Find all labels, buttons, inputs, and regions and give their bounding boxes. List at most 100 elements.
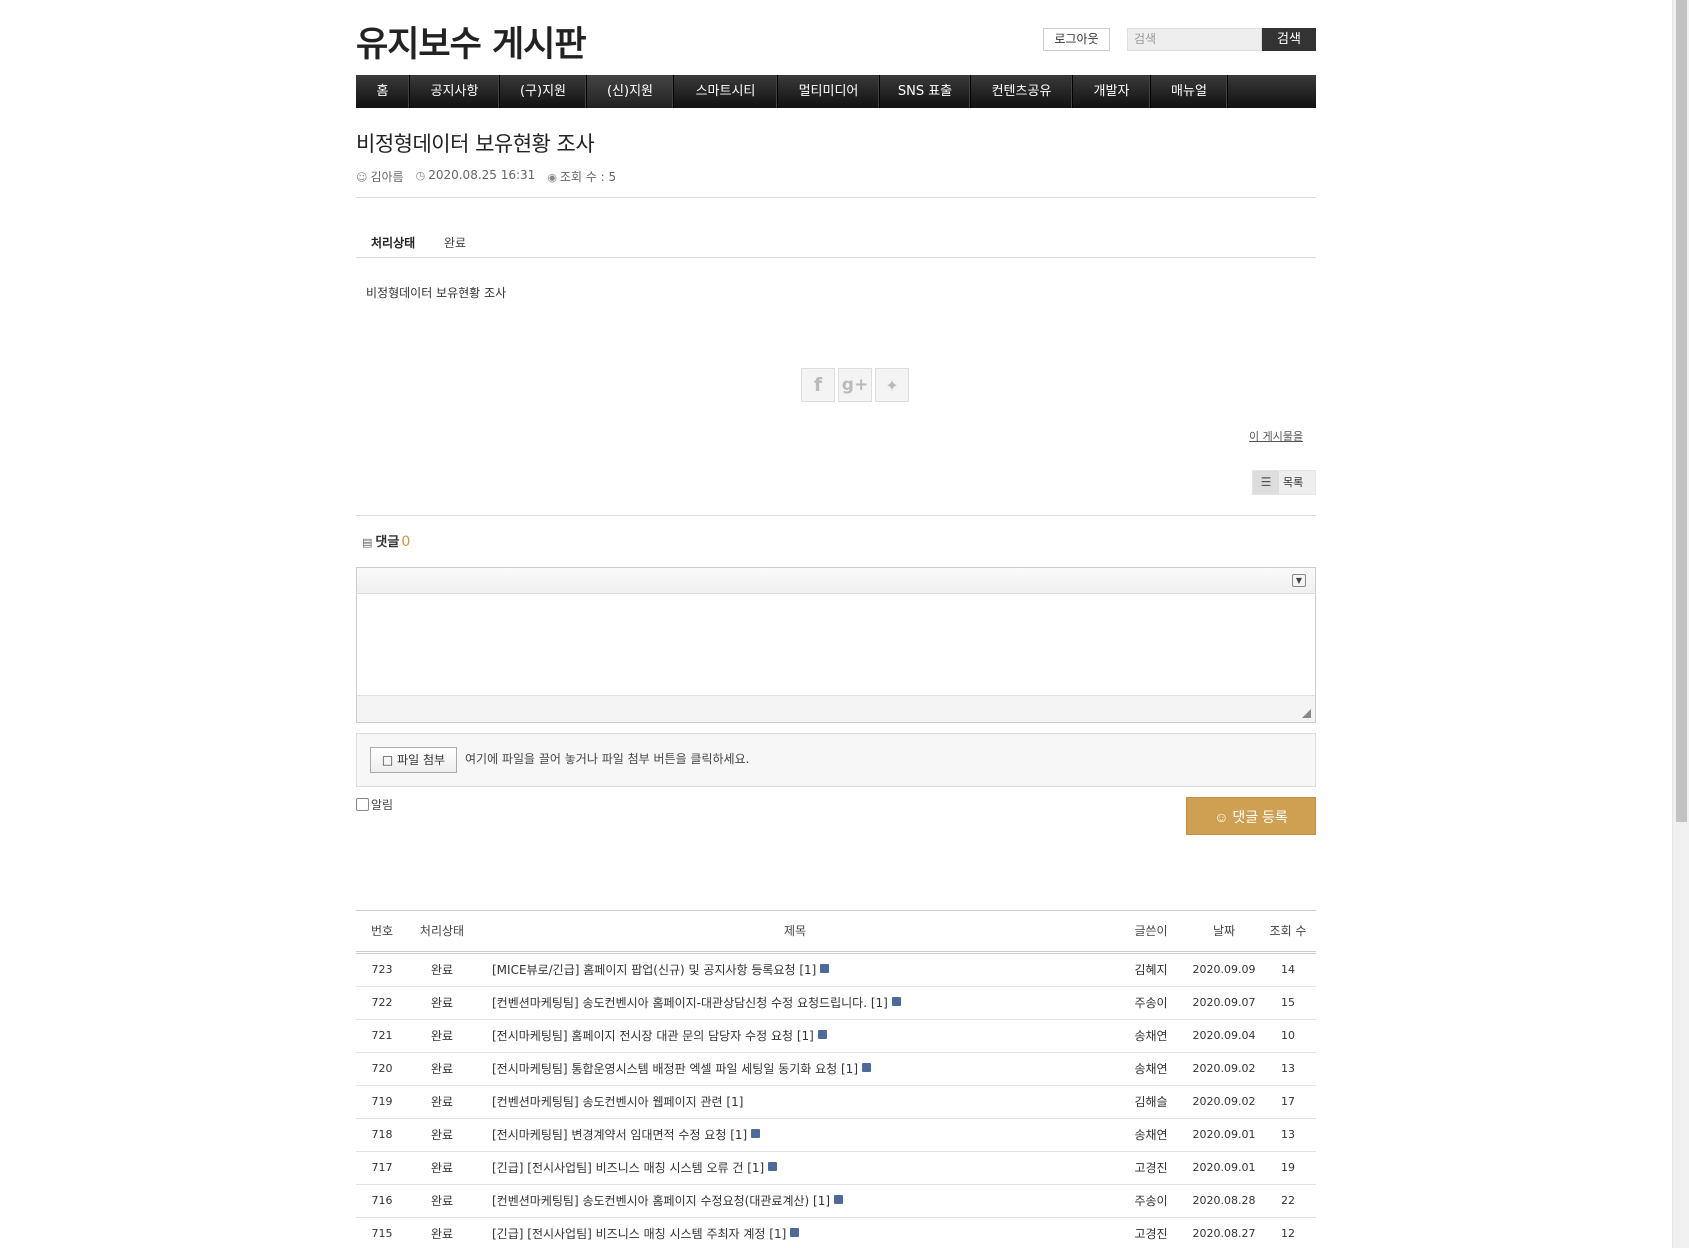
row-views: 19 xyxy=(1281,1161,1295,1174)
notify-checkbox[interactable] xyxy=(356,798,369,811)
file-add-icon: □ xyxy=(381,753,394,767)
twitter-icon[interactable]: ✦ xyxy=(875,368,909,402)
table-row[interactable]: 723 완료 [MICE뷰로/긴급] 홈페이지 팝업(신규) 및 공지사항 등록요청… xyxy=(356,954,1316,987)
comment-textarea[interactable] xyxy=(357,594,1315,695)
row-no: 720 xyxy=(371,1062,393,1075)
row-title[interactable]: [MICE뷰로/긴급] 홈페이지 팝업(신규) 및 공지사항 등록요청 [1] xyxy=(476,954,1114,986)
row-title[interactable]: [컨벤션마케팅팀] 송도컨벤시아 홈페이지 수정요청(대관료계산) [1] xyxy=(476,1185,1114,1217)
row-author[interactable]: 주송이 xyxy=(1114,987,1188,1019)
row-author[interactable]: 김혜지 xyxy=(1114,954,1188,986)
row-title-text[interactable]: [긴급] [전시사업팀] 비즈니스 매칭 시스템 오류 건 [1] xyxy=(492,1161,764,1175)
views-meta: ◉ 조회 수 : 5 xyxy=(547,168,616,185)
row-title[interactable]: [컨벤션마케팅팀] 송도컨벤시아 홈페이지-대관상담신청 수정 요청드립니다. … xyxy=(476,987,1114,1019)
nav-item-home[interactable]: 홈 xyxy=(356,75,410,108)
table-row[interactable]: 717 완료 [긴급] [전시사업팀] 비즈니스 매칭 시스템 오류 건 [1] 고경… xyxy=(356,1152,1316,1185)
row-title-text[interactable]: [전시마케팅팀] 통합운영시스템 배정판 엑셀 파일 세팅일 동기화 요청 [1… xyxy=(492,1062,858,1076)
notify-label: 알림 xyxy=(371,798,394,812)
file-upload-area[interactable]: □ 파일 첨부 여기에 파일을 끌어 놓거나 파일 첨부 버튼을 클릭하세요. xyxy=(356,733,1316,787)
row-title[interactable]: [전시마케팅팀] 통합운영시스템 배정판 엑셀 파일 세팅일 동기화 요청 [1… xyxy=(476,1053,1114,1085)
logout-button[interactable]: 로그아웃 xyxy=(1043,28,1110,51)
nav-item-notice[interactable]: 공지사항 xyxy=(410,75,500,108)
row-title[interactable]: [전시마케팅팀] 변경계약서 임대면적 수정 요청 [1] xyxy=(476,1119,1114,1151)
author-meta: ☺ 김아름 xyxy=(356,168,404,185)
attachment-icon xyxy=(768,1162,778,1171)
row-status: 완료 xyxy=(430,1161,454,1175)
facebook-icon[interactable]: f xyxy=(801,368,835,402)
nav-item-smartcity[interactable]: 스마트시티 xyxy=(674,75,778,108)
row-title-text[interactable]: [컨벤션마케팅팀] 송도컨벤시아 웹페이지 관련 [1] xyxy=(492,1095,743,1109)
column-header-date[interactable]: 날짜 xyxy=(1188,911,1260,951)
nav-item-multimedia[interactable]: 멀티미디어 xyxy=(778,75,880,108)
file-attach-button[interactable]: □ 파일 첨부 xyxy=(370,747,457,773)
table-row[interactable]: 718 완료 [전시마케팅팀] 변경계약서 임대면적 수정 요청 [1] 송채연 202… xyxy=(356,1119,1316,1152)
article-author[interactable]: 김아름 xyxy=(370,170,403,184)
row-author[interactable]: 고경진 xyxy=(1114,1218,1188,1248)
list-button[interactable]: ☰ 목록 xyxy=(1252,470,1316,495)
table-row[interactable]: 721 완료 [전시마케팅팀] 홈페이지 전시장 대관 문의 담당자 수정 요청 [… xyxy=(356,1020,1316,1053)
article-options-link[interactable]: 이 게시물을 xyxy=(1249,428,1303,444)
resize-handle-icon[interactable] xyxy=(1302,709,1311,718)
nav-item-new-support[interactable]: (신)지원 xyxy=(587,75,674,108)
table-row[interactable]: 719 완료 [컨벤션마케팅팀] 송도컨벤시아 웹페이지 관련 [1] 김해슬 2020… xyxy=(356,1086,1316,1119)
user-icon: ☺ xyxy=(356,171,368,184)
article-body: 비정형데이터 보유현황 조사 xyxy=(366,286,507,300)
comments-heading: ▤ 댓글 0 xyxy=(362,531,410,550)
date-meta: ◷ 2020.08.25 16:31 xyxy=(416,168,536,185)
row-author[interactable]: 김해슬 xyxy=(1114,1086,1188,1118)
row-author[interactable]: 주송이 xyxy=(1114,1185,1188,1217)
board-table: 번호 처리상태 제목 글쓴이 날짜 조회 수 723 완료 [MICE뷰로/긴급] … xyxy=(356,910,1316,1248)
nav-item-manual[interactable]: 매뉴얼 xyxy=(1151,75,1228,108)
table-row[interactable]: 715 완료 [긴급] [전시사업팀] 비즈니스 매칭 시스템 주최자 계정 [1]… xyxy=(356,1218,1316,1248)
comment-editor: ▼ xyxy=(356,567,1316,723)
row-status: 완료 xyxy=(430,1128,454,1142)
row-title-text[interactable]: [긴급] [전시사업팀] 비즈니스 매칭 시스템 주최자 계정 [1] xyxy=(492,1227,786,1241)
column-header-views[interactable]: 조회 수 xyxy=(1260,911,1316,951)
file-attach-label: 파일 첨부 xyxy=(397,753,446,767)
row-title-text[interactable]: [전시마케팅팀] 변경계약서 임대면적 수정 요청 [1] xyxy=(492,1128,747,1142)
comment-submit-button[interactable]: ☺ 댓글 등록 xyxy=(1186,797,1316,835)
table-row[interactable]: 720 완료 [전시마케팅팀] 통합운영시스템 배정판 엑셀 파일 세팅일 동기화 … xyxy=(356,1053,1316,1086)
row-title-text[interactable]: [컨벤션마케팅팀] 송도컨벤시아 홈페이지 수정요청(대관료계산) [1] xyxy=(492,1194,830,1208)
article-title[interactable]: 비정형데이터 보유현황 조사 xyxy=(356,128,595,158)
table-row[interactable]: 716 완료 [컨벤션마케팅팀] 송도컨벤시아 홈페이지 수정요청(대관료계산) [… xyxy=(356,1185,1316,1218)
table-header: 번호 처리상태 제목 글쓴이 날짜 조회 수 xyxy=(356,910,1316,954)
site-title[interactable]: 유지보수 게시판 xyxy=(356,16,587,67)
editor-toolbar: ▼ xyxy=(357,568,1315,594)
attachment-icon xyxy=(751,1129,761,1138)
row-status: 완료 xyxy=(430,1095,454,1109)
nav-item-developer[interactable]: 개발자 xyxy=(1073,75,1151,108)
vertical-scrollbar[interactable] xyxy=(1672,0,1689,1248)
attachment-icon xyxy=(820,964,830,973)
row-title[interactable]: [긴급] [전시사업팀] 비즈니스 매칭 시스템 주최자 계정 [1] xyxy=(476,1218,1114,1248)
row-date: 2020.08.28 xyxy=(1192,1194,1256,1207)
attachment-icon xyxy=(834,1195,844,1204)
toolbar-toggle-icon[interactable]: ▼ xyxy=(1292,574,1306,587)
row-author[interactable]: 고경진 xyxy=(1114,1152,1188,1184)
row-author[interactable]: 송채연 xyxy=(1114,1020,1188,1052)
google-plus-icon[interactable]: g+ xyxy=(838,368,872,402)
row-author[interactable]: 송채연 xyxy=(1114,1119,1188,1151)
nav-item-sns[interactable]: SNS 표출 xyxy=(880,75,971,108)
nav-item-old-support[interactable]: (구)지원 xyxy=(500,75,587,108)
row-title-text[interactable]: [전시마케팅팀] 홈페이지 전시장 대관 문의 담당자 수정 요청 [1] xyxy=(492,1029,814,1043)
list-icon: ☰ xyxy=(1253,471,1279,494)
row-author[interactable]: 송채연 xyxy=(1114,1053,1188,1085)
upload-hint: 여기에 파일을 끌어 놓거나 파일 첨부 버튼을 클릭하세요. xyxy=(465,752,750,766)
row-date: 2020.09.01 xyxy=(1192,1161,1256,1174)
column-header-title: 제목 xyxy=(783,924,807,938)
row-title-text[interactable]: [MICE뷰로/긴급] 홈페이지 팝업(신규) 및 공지사항 등록요청 [1] xyxy=(492,963,816,977)
search-input[interactable]: 검색 xyxy=(1127,28,1262,51)
table-row[interactable]: 722 완료 [컨벤션마케팅팀] 송도컨벤시아 홈페이지-대관상담신청 수정 요청드… xyxy=(356,987,1316,1020)
nav-item-content-share[interactable]: 컨텐츠공유 xyxy=(971,75,1073,108)
article-datetime: 2020.08.25 16:31 xyxy=(428,168,536,182)
row-date: 2020.09.07 xyxy=(1192,996,1256,1009)
row-no: 722 xyxy=(371,996,393,1009)
scrollbar-thumb[interactable] xyxy=(1676,0,1687,822)
comments-count: 0 xyxy=(401,534,411,550)
row-title[interactable]: [긴급] [전시사업팀] 비즈니스 매칭 시스템 오류 건 [1] xyxy=(476,1152,1114,1184)
row-no: 721 xyxy=(371,1029,393,1042)
row-title-text[interactable]: [컨벤션마케팅팀] 송도컨벤시아 홈페이지-대관상담신청 수정 요청드립니다. … xyxy=(492,996,888,1010)
search-button[interactable]: 검색 xyxy=(1262,28,1316,51)
row-title[interactable]: [컨벤션마케팅팀] 송도컨벤시아 웹페이지 관련 [1] xyxy=(476,1086,1114,1118)
row-title[interactable]: [전시마케팅팀] 홈페이지 전시장 대관 문의 담당자 수정 요청 [1] xyxy=(476,1020,1114,1052)
